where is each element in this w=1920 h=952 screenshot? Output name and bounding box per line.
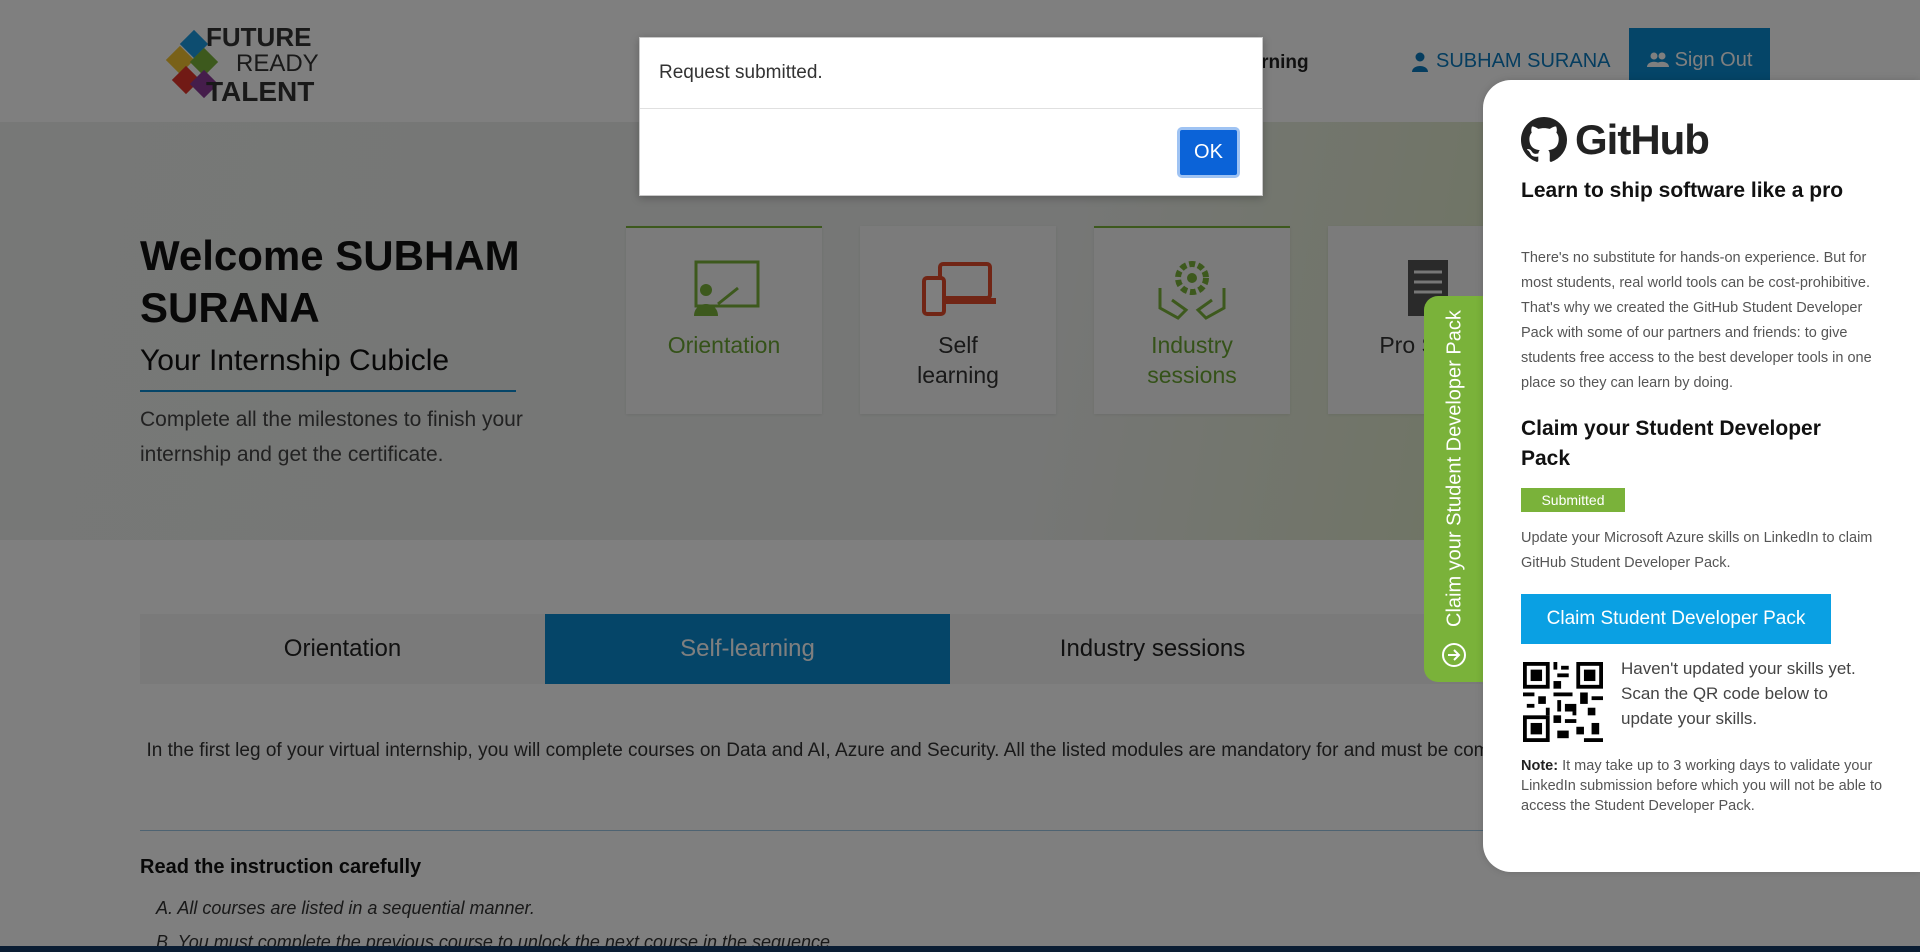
github-logo: GitHub [1521,116,1710,164]
note-label: Note: [1521,758,1559,774]
dialog-divider [640,108,1262,109]
github-wordmark: GitHub [1575,116,1710,163]
status-badge: Submitted [1521,488,1625,512]
ok-button[interactable]: OK [1177,127,1240,178]
side-tab-label: Claim your Student Developer Pack [1443,310,1466,628]
claim-pack-button[interactable]: Claim Student Developer Pack [1521,594,1831,644]
qr-instructions: Haven't updated your skills yet. Scan th… [1621,659,1856,728]
dialog-message: Request submitted. [659,62,823,83]
qr-code-icon[interactable] [1523,662,1603,742]
update-text: Update your Microsoft Azure skills on Li… [1521,530,1873,571]
github-octocat-icon [1521,117,1567,162]
github-student-pack-panel: GitHub Learn to ship software like a pro… [1483,80,1920,872]
note-text: It may take up to 3 working days to vali… [1521,758,1883,814]
request-submitted-dialog: Request submitted. OK [639,37,1263,196]
panel-heading: Learn to ship software like a pro [1521,179,1844,202]
claim-heading: Claim your Student Developer Pack [1521,417,1821,470]
claim-pack-side-tab[interactable]: Claim your Student Developer Pack [1424,296,1486,682]
panel-note: Note: It may take up to 3 working days t… [1521,756,1891,816]
panel-body: There's no substitute for hands-on exper… [1521,250,1872,391]
arrow-right-circle-icon [1442,643,1466,667]
